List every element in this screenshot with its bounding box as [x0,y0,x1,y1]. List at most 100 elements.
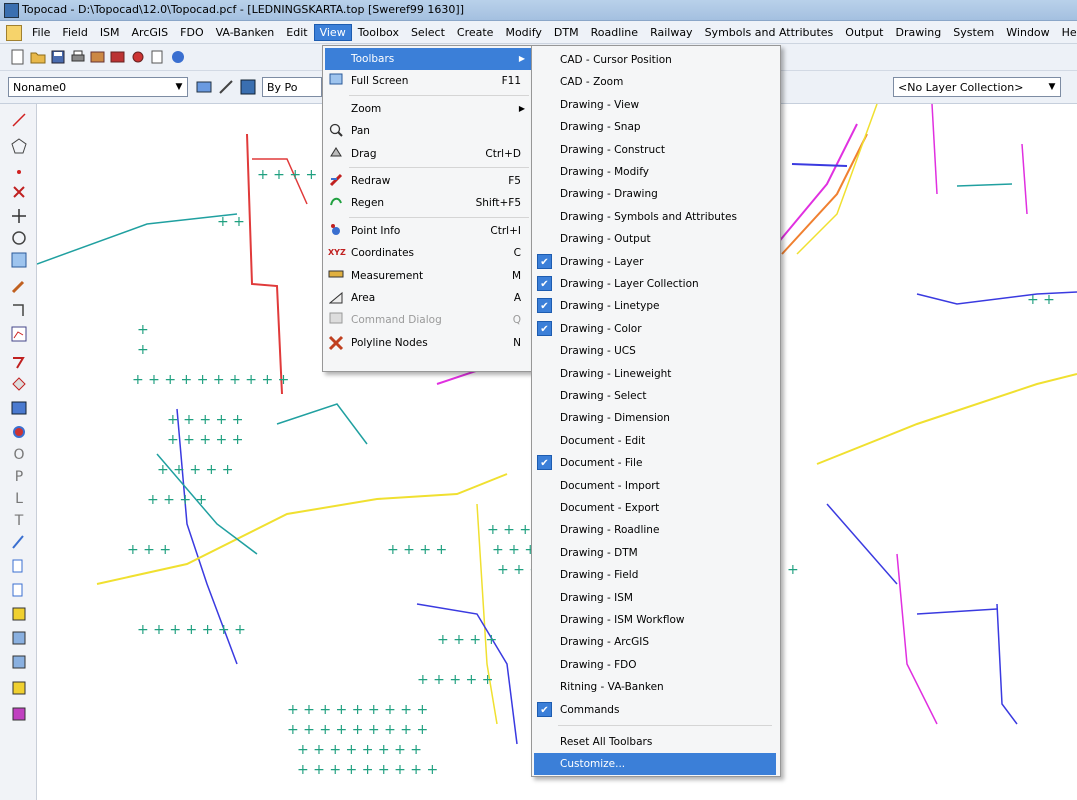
toolbar-item-drawing-ucs[interactable]: Drawing - UCS [534,340,776,362]
toolbar-item-drawing-output[interactable]: Drawing - Output [534,228,776,250]
document-icon[interactable] [6,25,22,41]
menu-edit[interactable]: Edit [280,24,313,41]
toolbar-item-drawing-modify[interactable]: Drawing - Modify [534,161,776,183]
menu-modify[interactable]: Modify [499,24,547,41]
menu-view[interactable]: View [313,23,352,41]
reset-all-toolbars[interactable]: Reset All Toolbars [534,731,776,753]
menu-select[interactable]: Select [405,24,451,41]
view-menu-toolbars[interactable]: Toolbars ▶ [325,48,531,70]
view-menu-command-dialog[interactable]: Command Dialog Q [325,309,531,331]
toolbar-item-drawing-symbols-and-attributes[interactable]: Drawing - Symbols and Attributes [534,206,776,228]
menu-arcgis[interactable]: ArcGIS [126,24,175,41]
insert2-icon[interactable] [10,582,28,600]
toolbar-item-drawing-ism[interactable]: Drawing - ISM [534,587,776,609]
menu-ism[interactable]: ISM [94,24,126,41]
customize-toolbars[interactable]: Customize... [534,753,776,776]
line-icon[interactable] [10,112,28,130]
open-folder-icon[interactable] [30,49,46,65]
toolbar-item-document-edit[interactable]: Document - Edit [534,430,776,452]
toolbar-item-document-export[interactable]: Document - Export [534,497,776,519]
menu-field[interactable]: Field [56,24,93,41]
toolbar-item-document-file[interactable]: ✔ Document - File [534,452,776,474]
toolbar-item-drawing-ism-workflow[interactable]: Drawing - ISM Workflow [534,609,776,631]
toolbar-item-drawing-dimension[interactable]: Drawing - Dimension [534,407,776,429]
toolbar-item-drawing-construct[interactable]: Drawing - Construct [534,139,776,161]
menu-va-banken[interactable]: VA-Banken [210,24,281,41]
layer-manager-icon[interactable] [240,79,256,95]
menu-fdo[interactable]: FDO [174,24,209,41]
menu-system[interactable]: System [947,24,1000,41]
toolbar-item-drawing-view[interactable]: Drawing - View [534,94,776,116]
chart-icon[interactable] [10,326,28,344]
view-menu-area[interactable]: Area A [325,287,531,309]
plot-icon[interactable] [130,49,146,65]
print-icon[interactable] [70,49,86,65]
save-icon[interactable] [50,49,66,65]
toolbar-item-cad-zoom[interactable]: CAD - Zoom [534,71,776,93]
insert-icon[interactable] [10,558,28,576]
o-icon[interactable]: O [10,446,28,464]
toolbar-item-drawing-field[interactable]: Drawing - Field [534,564,776,586]
toolbar-item-cad-cursor-position[interactable]: CAD - Cursor Position [534,49,776,71]
toolbar-item-drawing-snap[interactable]: Drawing - Snap [534,116,776,138]
l-icon[interactable]: L [10,490,28,508]
menu-output[interactable]: Output [839,24,889,41]
region-icon[interactable] [10,376,28,394]
import-icon[interactable] [90,49,106,65]
rotate-icon[interactable] [10,424,28,442]
view-menu-measurement[interactable]: Measurement M [325,265,531,287]
toolbar-item-drawing-lineweight[interactable]: Drawing - Lineweight [534,363,776,385]
toolbar-item-drawing-select[interactable]: Drawing - Select [534,385,776,407]
grid-icon[interactable] [10,252,28,270]
toolbar-item-drawing-roadline[interactable]: Drawing - Roadline [534,519,776,541]
attr2-icon[interactable] [10,630,28,648]
table-icon[interactable] [10,400,28,418]
attr3-icon[interactable] [10,654,28,672]
menu-railway[interactable]: Railway [644,24,699,41]
toolbar-item-drawing-fdo[interactable]: Drawing - FDO [534,654,776,676]
view-menu-pan[interactable]: Pan [325,120,531,142]
view-menu-full-screen[interactable]: Full Screen F11 [325,70,531,92]
menu-create[interactable]: Create [451,24,500,41]
toolbar-item-drawing-color[interactable]: ✔ Drawing - Color [534,318,776,340]
toolbar-item-drawing-linetype[interactable]: ✔ Drawing - Linetype [534,295,776,317]
view-menu-coordinates[interactable]: XYZ Coordinates C [325,242,531,264]
point-icon[interactable] [10,164,28,182]
menu-drawing[interactable]: Drawing [890,24,948,41]
new-file-icon[interactable] [10,49,26,65]
toolbar-item-ritning-va-banken[interactable]: Ritning - VA-Banken [534,676,776,698]
circle-icon[interactable] [10,230,28,248]
view-menu-drag[interactable]: Drag Ctrl+D [325,143,531,165]
layer-collection-combo[interactable]: <No Layer Collection> ▼ [893,77,1061,97]
export-icon[interactable] [110,49,126,65]
view-menu-redraw[interactable]: Redraw F5 [325,170,531,192]
layer-tools-icon[interactable] [218,79,234,95]
toolbar-item-commands[interactable]: ✔ Commands [534,699,776,721]
menu-toolbox[interactable]: Toolbox [352,24,405,41]
t-icon[interactable]: T [10,512,28,530]
move-icon[interactable] [10,208,28,226]
pencil-icon[interactable] [10,278,28,296]
menu-window[interactable]: Window [1000,24,1055,41]
view-menu-zoom[interactable]: Zoom ▶ [325,98,531,120]
view-menu-regen[interactable]: Regen Shift+F5 [325,192,531,214]
linetype-combo[interactable]: By Po [262,77,322,97]
menu-file[interactable]: File [26,24,56,41]
help-icon[interactable] [170,49,186,65]
trim-icon[interactable] [10,302,28,320]
layer-properties-icon[interactable] [196,79,212,95]
toolbar-item-drawing-layer[interactable]: ✔ Drawing - Layer [534,251,776,273]
toolbar-item-drawing-layer-collection[interactable]: ✔ Drawing - Layer Collection [534,273,776,295]
dimension-icon[interactable] [10,534,28,552]
menu-symbols-and-attributes[interactable]: Symbols and Attributes [699,24,840,41]
view-menu-polyline-nodes[interactable]: Polyline Nodes N [325,332,531,354]
menu-hel[interactable]: Hel [1056,24,1077,41]
toolbar-item-document-import[interactable]: Document - Import [534,475,776,497]
pentagon-icon[interactable] [10,138,28,156]
attr-icon[interactable] [10,606,28,624]
attr5-icon[interactable] [10,706,28,724]
toolbar-item-drawing-drawing[interactable]: Drawing - Drawing [534,183,776,205]
toolbar-item-drawing-arcgis[interactable]: Drawing - ArcGIS [534,631,776,653]
polyline-icon[interactable] [10,354,28,372]
view-menu-point-info[interactable]: Point Info Ctrl+I [325,220,531,242]
